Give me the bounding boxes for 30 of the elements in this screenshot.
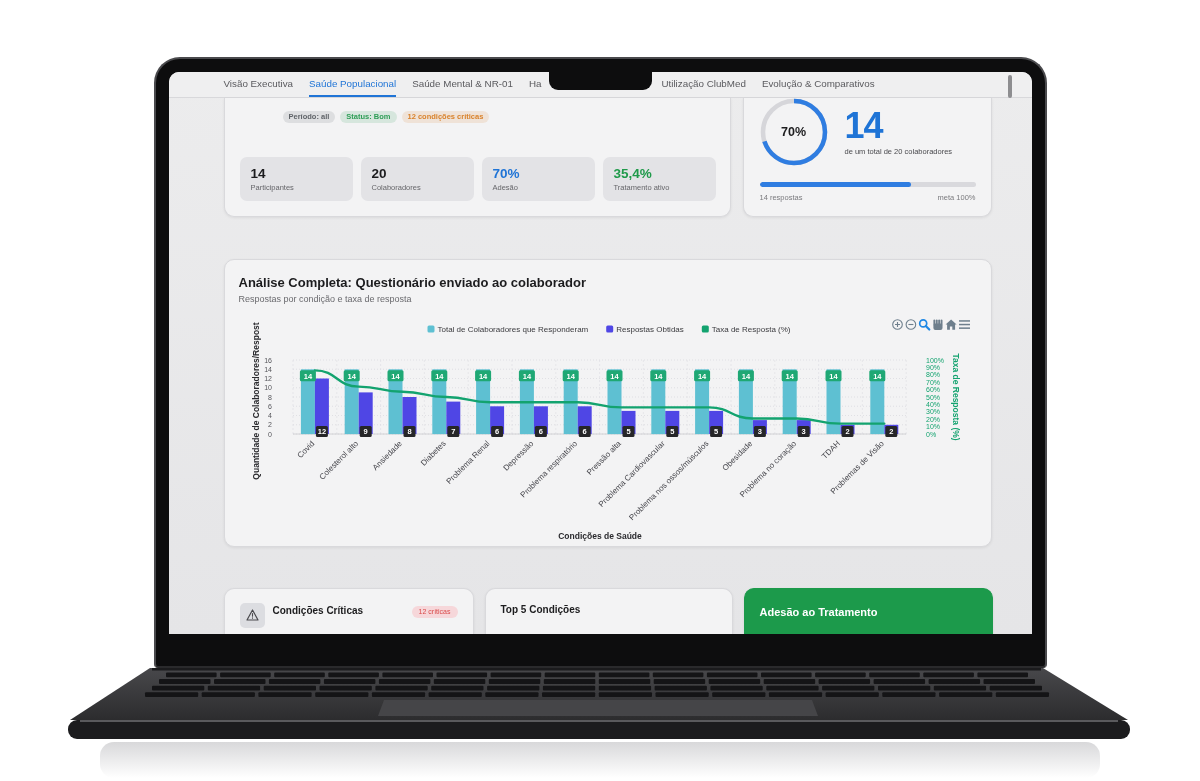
legend-item[interactable]: Total de Colaboradores que Responderam xyxy=(427,325,588,334)
ring-percentage: 70% xyxy=(780,124,807,140)
stat-value: 35,4% xyxy=(613,166,653,181)
warning-icon xyxy=(239,603,265,628)
legend-item[interactable]: Respostas Obtidas xyxy=(605,325,684,334)
zoom-out-icon[interactable] xyxy=(905,319,916,330)
hand-icon[interactable] xyxy=(932,319,942,330)
stat-value: 20 xyxy=(371,166,388,181)
response-count: 14 xyxy=(844,107,885,144)
chart-subtitle: Respostas por condição e taxa de resposta xyxy=(238,293,413,305)
legend-item[interactable]: Taxa de Resposta (%) xyxy=(701,325,790,334)
card-title: Adesão ao Tratamento xyxy=(759,605,879,619)
nav-tab[interactable]: Visão Executiva xyxy=(223,72,294,97)
zoom-in-icon[interactable] xyxy=(891,319,903,330)
chart-title: Análise Completa: Questionário enviado ao colaborador xyxy=(238,275,587,291)
nav-tab[interactable]: Ha xyxy=(528,72,542,97)
scrollbar-thumb[interactable] xyxy=(1007,75,1012,98)
nav-tab[interactable]: Evolução & Comparativos xyxy=(761,72,875,97)
card-title: Condições Críticas xyxy=(272,604,364,618)
axis-title: Condições de Saúde xyxy=(557,531,642,541)
home-icon[interactable] xyxy=(945,319,957,330)
axis-title: Taxa de Resposta (%) xyxy=(950,353,961,441)
menu-icon[interactable] xyxy=(958,320,970,329)
nav-tab[interactable]: Saúde Mental & NR-01 xyxy=(412,72,513,97)
nav-tab[interactable]: Utilização ClubMed xyxy=(661,72,746,97)
card-title: Top 5 Condições xyxy=(500,603,582,617)
stat-value: 70% xyxy=(492,166,521,181)
magnifier-icon[interactable] xyxy=(918,319,930,331)
stat-value: 14 xyxy=(250,166,267,181)
axis-title: Quantidade de Colaboradores/Respost xyxy=(250,322,261,480)
